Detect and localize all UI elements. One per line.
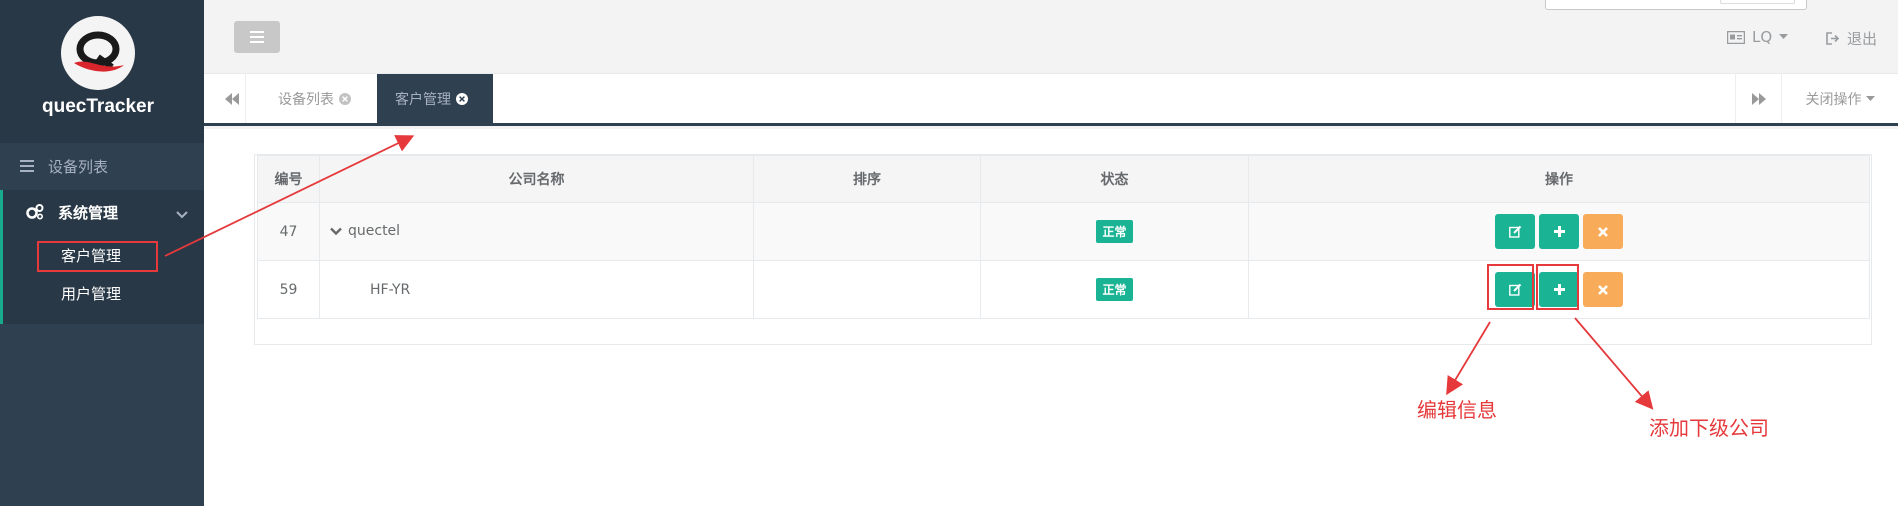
tab-label: 设备列表 [278,91,334,108]
edit-icon [1508,225,1521,238]
logout-label: 退出 [1847,30,1878,48]
delete-button[interactable] [1583,214,1623,249]
app-name: quecTracker [42,96,154,117]
search-popover-field [1720,0,1795,4]
cell-sort [753,202,981,261]
sidebar-subitem-users[interactable]: 用户管理 [61,283,121,304]
table-row: 59 HF-YR 正常 [257,260,1870,319]
tab-customers[interactable]: 客户管理 [377,74,493,123]
close-operations-dropdown[interactable]: 关闭操作 [1781,74,1898,123]
annotation-edit-label: 编辑信息 [1417,398,1497,422]
forward-icon [1751,92,1766,105]
logout-button[interactable]: 退出 [1826,28,1877,49]
customer-table-container: 编号 公司名称 排序 状态 操作 47 quectel 正常 59 HF-YR … [254,154,1872,345]
backward-icon [224,92,239,105]
dropdown-label: 关闭操作 [1805,91,1862,108]
cell-id: 47 [257,202,320,261]
sign-out-icon [1826,32,1840,45]
tab-scroll-left-button[interactable] [218,74,246,123]
column-header-actions: 操作 [1248,155,1870,203]
cell-actions [1248,202,1870,261]
tabs-bar: 设备列表 客户管理 关闭操作 [204,74,1898,126]
times-icon [1598,284,1608,295]
gears-icon [26,204,44,220]
cell-company: quectel [319,202,754,261]
tab-scroll-right-button[interactable] [1735,74,1781,123]
column-header-id[interactable]: 编号 [257,155,320,203]
status-badge: 正常 [1096,278,1133,301]
content-panel: 编号 公司名称 排序 状态 操作 47 quectel 正常 59 HF-YR … [204,129,1898,506]
column-header-sort[interactable]: 排序 [753,155,981,203]
app-logo [61,16,135,90]
plus-icon [1553,226,1565,237]
chevron-down-icon[interactable] [330,227,342,236]
hamburger-icon [250,31,264,43]
annotation-add-label: 添加下级公司 [1649,416,1769,440]
column-header-company[interactable]: 公司名称 [319,155,754,203]
company-name: HF-YR [370,281,411,298]
sidebar-item-label: 设备列表 [48,157,109,176]
close-circle-icon[interactable] [456,92,468,105]
times-icon [1598,226,1608,237]
highlight-add-button [1536,264,1579,310]
tab-devices[interactable]: 设备列表 [260,74,369,123]
id-card-icon [1727,30,1745,44]
company-name: quectel [348,223,401,240]
customer-table: 编号 公司名称 排序 状态 操作 47 quectel 正常 59 HF-YR … [257,155,1870,319]
cell-company: HF-YR [319,260,754,319]
cell-sort [753,260,981,319]
highlight-edit-button [1487,264,1534,310]
cell-status: 正常 [980,260,1249,319]
caret-down-icon [1865,95,1875,102]
close-circle-icon[interactable] [339,92,351,105]
top-navbar: LQ 退出 [204,0,1898,74]
caret-down-icon [1779,34,1789,40]
status-badge: 正常 [1096,220,1133,243]
list-icon [20,160,34,172]
sidebar-item-system[interactable]: 系统管理 [0,196,204,228]
cell-status: 正常 [980,202,1249,261]
delete-button[interactable] [1583,272,1623,307]
sidebar-item-devices[interactable]: 设备列表 [0,150,204,182]
edit-button[interactable] [1495,214,1535,249]
main-area: LQ 退出 设备列表 客户管理 关闭操作 编号 公司名称 排序 状态 操作 47… [204,0,1898,506]
highlight-customers-menu [37,241,158,272]
table-header-row: 编号 公司名称 排序 状态 操作 [257,155,1870,203]
tab-label: 客户管理 [395,91,451,108]
username: LQ [1752,28,1773,46]
column-header-status[interactable]: 状态 [980,155,1249,203]
sidebar-item-label: 系统管理 [58,203,119,222]
add-child-button[interactable] [1539,214,1579,249]
chevron-down-icon[interactable] [176,205,188,223]
user-menu[interactable]: LQ [1727,28,1789,46]
menu-toggle-button[interactable] [234,21,280,53]
table-row: 47 quectel 正常 [257,202,1870,261]
cell-id: 59 [257,260,320,319]
sidebar-header: quecTracker [0,0,204,143]
